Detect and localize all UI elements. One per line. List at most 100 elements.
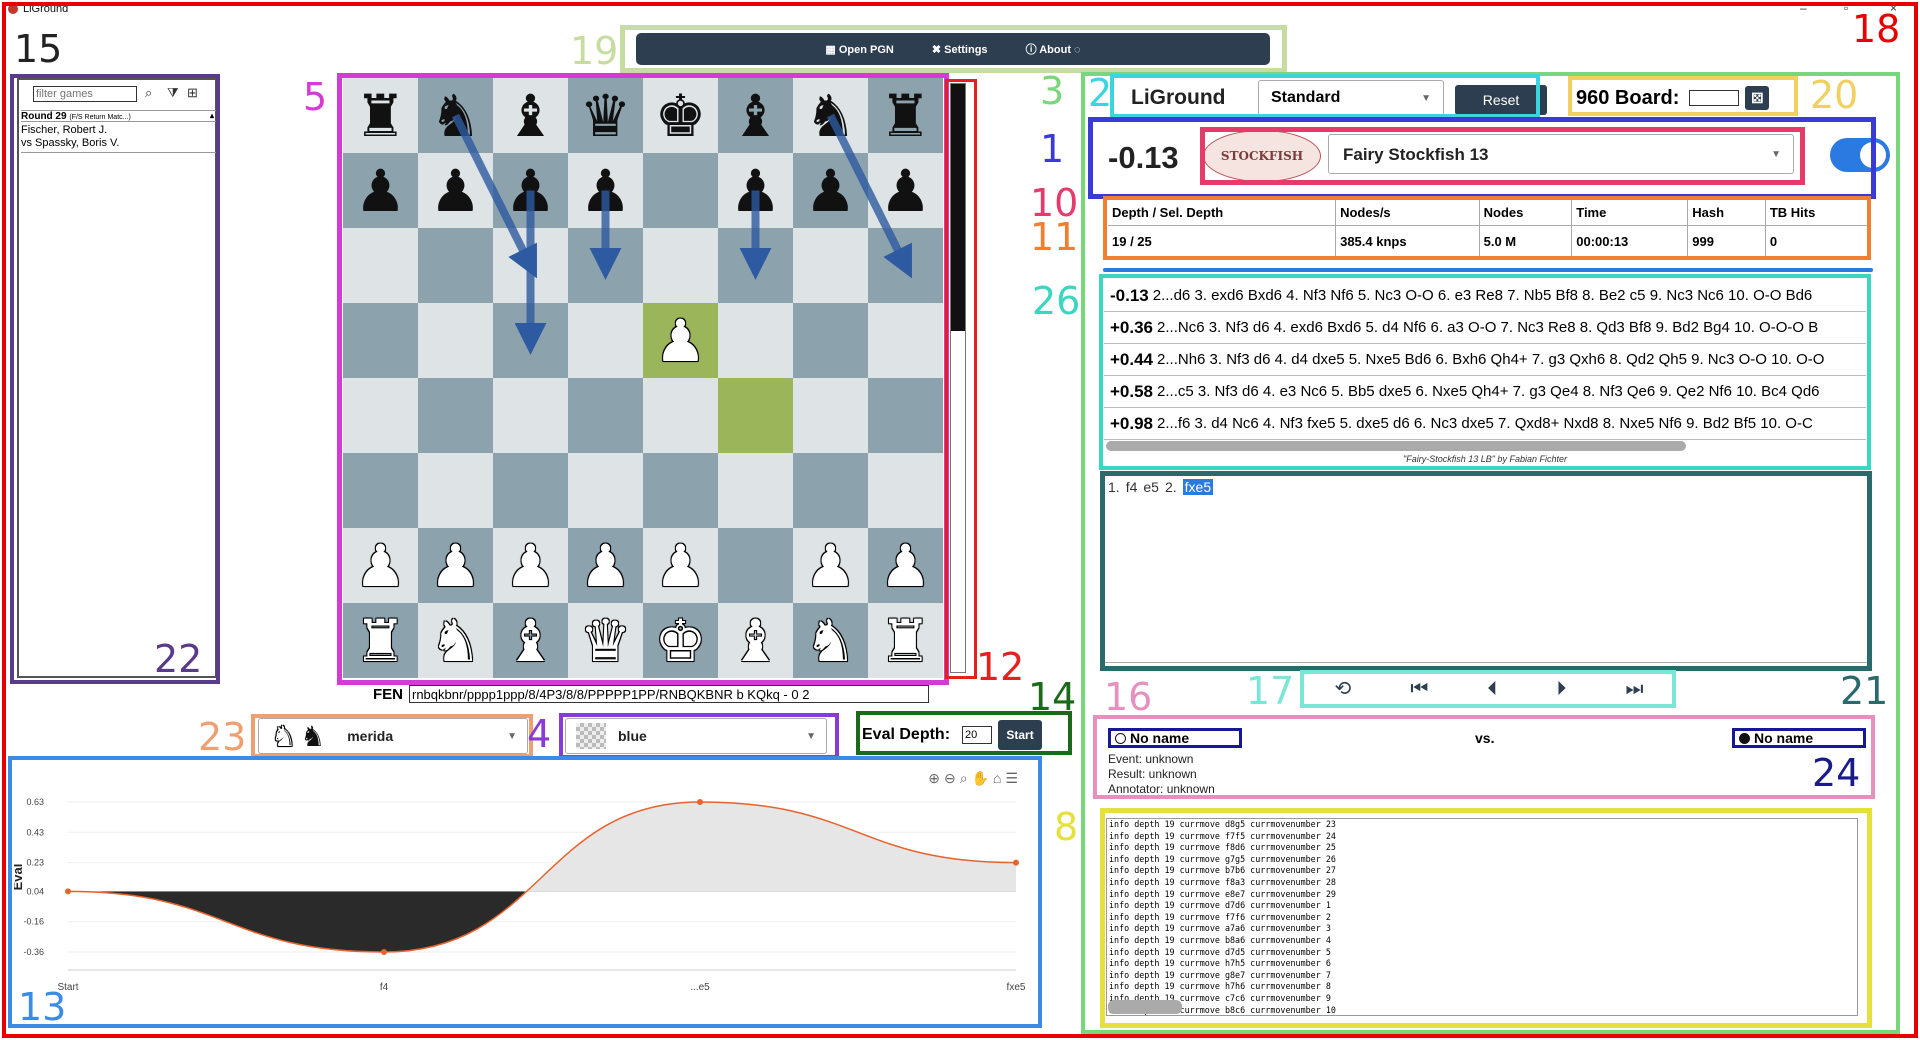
board-square[interactable]: ♟ bbox=[868, 528, 943, 603]
board-square[interactable]: ♟ bbox=[793, 153, 868, 228]
board-square[interactable] bbox=[568, 228, 643, 303]
board-square[interactable] bbox=[418, 303, 493, 378]
black-player[interactable]: No name bbox=[1732, 728, 1866, 748]
pv-line[interactable]: -0.13 2...d6 3. exd6 Bxd6 4. Nf3 Nf6 5. N… bbox=[1104, 280, 1866, 312]
board-square[interactable] bbox=[418, 228, 493, 303]
board-square[interactable]: ♟ bbox=[418, 528, 493, 603]
chess-board[interactable]: ♜ ♞ ♝ ♛ ♚ ♝ ♞ ♜ ♟ ♟ ♟ ♟ ♟ ♟ ♟ ♟ ♟ ♟ ♟ ♟ ♟ ♟ ♟ ♜ ♞ ♝ ♛ ♚ ♝ ♞ ♜ bbox=[343, 78, 943, 678]
board-square[interactable]: ♝ bbox=[493, 603, 568, 678]
move-token[interactable]: f4 bbox=[1126, 479, 1138, 495]
board-square[interactable]: ♝ bbox=[718, 78, 793, 153]
home-icon[interactable]: ⌂ bbox=[993, 770, 1005, 786]
board-square[interactable] bbox=[343, 453, 418, 528]
zoom-out-icon[interactable]: ⊖ bbox=[944, 770, 960, 786]
board-square[interactable] bbox=[718, 453, 793, 528]
board-square[interactable] bbox=[343, 303, 418, 378]
pv-line[interactable]: +0.58 2...c5 3. Nf3 d6 4. e3 Nc6 5. Bb5 d… bbox=[1104, 376, 1866, 408]
board-square[interactable]: ♜ bbox=[343, 78, 418, 153]
first-move-button[interactable]: ⏮ bbox=[1410, 676, 1428, 700]
eval-depth-input[interactable] bbox=[962, 726, 993, 744]
about-button[interactable]: ⓘ About ◌ bbox=[1026, 41, 1081, 57]
white-pawn-icon[interactable]: ♟ bbox=[655, 312, 707, 370]
white-pawn-icon[interactable]: ♟ bbox=[430, 537, 482, 595]
board-square[interactable]: ♟ bbox=[793, 528, 868, 603]
board-style-select[interactable]: blue ▼ bbox=[565, 718, 827, 754]
board-square[interactable]: ♟ bbox=[643, 528, 718, 603]
white-rook-icon[interactable]: ♜ bbox=[355, 612, 407, 670]
white-bishop-icon[interactable]: ♝ bbox=[505, 612, 557, 670]
board-square[interactable] bbox=[643, 228, 718, 303]
zoom-select-icon[interactable]: ⌕ bbox=[960, 770, 972, 786]
start-eval-button[interactable]: Start bbox=[998, 720, 1043, 750]
flip-board-button[interactable]: ⟲ bbox=[1335, 676, 1352, 700]
white-king-icon[interactable]: ♚ bbox=[655, 612, 707, 670]
board-square[interactable] bbox=[493, 303, 568, 378]
black-king-icon[interactable]: ♚ bbox=[655, 87, 707, 145]
board-square[interactable] bbox=[868, 378, 943, 453]
white-pawn-icon[interactable]: ♟ bbox=[655, 537, 707, 595]
board-square[interactable]: ♝ bbox=[718, 603, 793, 678]
board-square[interactable]: ♟ bbox=[643, 303, 718, 378]
board-960-input[interactable] bbox=[1689, 90, 1740, 106]
move-list[interactable]: 1. f4 e5 2. fxe5 bbox=[1104, 475, 1869, 663]
reset-button[interactable]: Reset bbox=[1455, 85, 1547, 115]
settings-button[interactable]: ✖ Settings bbox=[932, 43, 988, 56]
board-square[interactable] bbox=[343, 378, 418, 453]
board-square[interactable] bbox=[493, 228, 568, 303]
add-icon[interactable]: ⊞ bbox=[187, 85, 198, 101]
board-square[interactable] bbox=[793, 378, 868, 453]
board-square[interactable]: ♜ bbox=[868, 78, 943, 153]
board-square[interactable] bbox=[568, 453, 643, 528]
board-square[interactable]: ♟ bbox=[493, 153, 568, 228]
board-square[interactable] bbox=[568, 303, 643, 378]
board-square[interactable]: ♜ bbox=[868, 603, 943, 678]
black-pawn-icon[interactable]: ♟ bbox=[580, 162, 632, 220]
white-pawn-icon[interactable]: ♟ bbox=[355, 537, 407, 595]
board-square[interactable] bbox=[793, 303, 868, 378]
board-square[interactable] bbox=[643, 378, 718, 453]
white-rook-icon[interactable]: ♜ bbox=[880, 612, 932, 670]
last-move-button[interactable]: ⏭ bbox=[1625, 676, 1643, 700]
open-pgn-button[interactable]: ▦ Open PGN bbox=[825, 43, 893, 56]
white-bishop-icon[interactable]: ♝ bbox=[730, 612, 782, 670]
white-knight-icon[interactable]: ♞ bbox=[430, 612, 482, 670]
black-queen-icon[interactable]: ♛ bbox=[580, 87, 632, 145]
move-token[interactable]: fxe5 bbox=[1182, 479, 1214, 495]
board-square[interactable]: ♞ bbox=[793, 603, 868, 678]
black-knight-icon[interactable]: ♞ bbox=[805, 87, 857, 145]
board-square[interactable]: ♟ bbox=[418, 153, 493, 228]
black-rook-icon[interactable]: ♜ bbox=[880, 87, 932, 145]
board-square[interactable]: ♞ bbox=[418, 603, 493, 678]
black-pawn-icon[interactable]: ♟ bbox=[430, 162, 482, 220]
next-move-button[interactable]: ⏵ bbox=[1556, 676, 1566, 700]
black-pawn-icon[interactable]: ♟ bbox=[505, 162, 557, 220]
board-square[interactable]: ♜ bbox=[343, 603, 418, 678]
piece-style-select[interactable]: ♞ ♞ merida ▼ bbox=[258, 718, 528, 754]
engine-toggle[interactable] bbox=[1830, 138, 1890, 172]
black-bishop-icon[interactable]: ♝ bbox=[730, 87, 782, 145]
board-square[interactable] bbox=[343, 228, 418, 303]
board-square[interactable]: ♟ bbox=[718, 153, 793, 228]
filter-games-input[interactable] bbox=[33, 86, 137, 102]
black-knight-icon[interactable]: ♞ bbox=[430, 87, 482, 145]
maximize-button[interactable]: ▫ bbox=[1844, 1, 1848, 15]
engine-output-console[interactable]: info depth 19 currmove d8g5 currmovenumb… bbox=[1106, 818, 1858, 1016]
board-square[interactable] bbox=[718, 378, 793, 453]
board-square[interactable] bbox=[418, 378, 493, 453]
black-pawn-icon[interactable]: ♟ bbox=[355, 162, 407, 220]
board-square[interactable] bbox=[643, 453, 718, 528]
console-scrollbar[interactable] bbox=[1108, 1000, 1182, 1014]
board-square[interactable]: ♝ bbox=[493, 78, 568, 153]
game-list-item[interactable]: Fischer, Robert J. vs Spassky, Boris V. bbox=[21, 124, 217, 153]
board-square[interactable] bbox=[493, 378, 568, 453]
board-square[interactable] bbox=[643, 153, 718, 228]
board-square[interactable] bbox=[718, 228, 793, 303]
game-group-header[interactable]: Round 29 (F/S Return Matc...) ▴ bbox=[21, 110, 217, 122]
variant-select[interactable]: Standard ▼ bbox=[1258, 80, 1444, 116]
board-square[interactable]: ♚ bbox=[643, 603, 718, 678]
black-pawn-icon[interactable]: ♟ bbox=[805, 162, 857, 220]
board-square[interactable] bbox=[718, 303, 793, 378]
search-icon[interactable]: ⌕ bbox=[145, 85, 152, 101]
board-square[interactable] bbox=[868, 453, 943, 528]
engine-select[interactable]: Fairy Stockfish 13 ▼ bbox=[1328, 134, 1794, 174]
